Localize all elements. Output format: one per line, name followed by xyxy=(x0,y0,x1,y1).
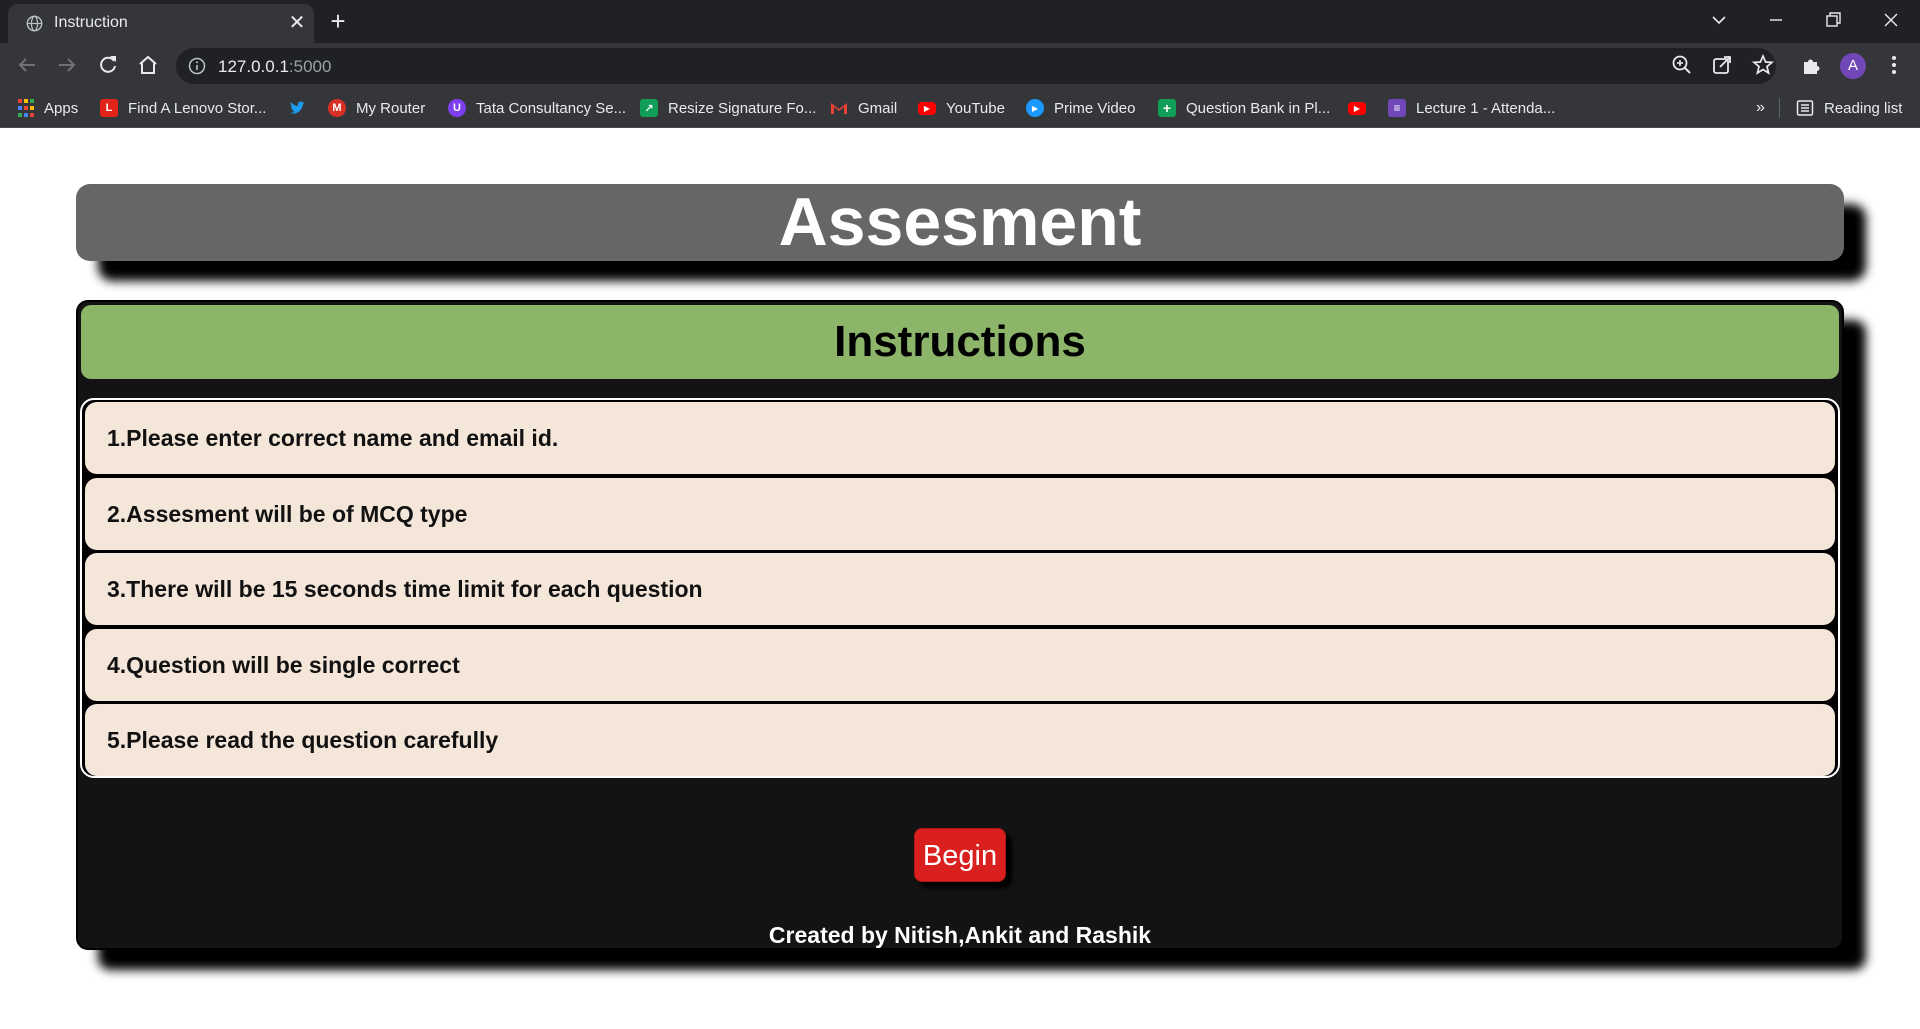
list-item: 1.Please enter correct name and email id… xyxy=(85,402,1835,474)
list-item: 4.Question will be single correct xyxy=(85,629,1835,701)
youtube-icon: ▶ xyxy=(918,101,936,115)
forward-icon[interactable] xyxy=(55,53,79,77)
instruction-text: 1.Please enter correct name and email id… xyxy=(107,425,559,451)
browser-tab[interactable]: Instruction ✕ xyxy=(8,4,314,43)
list-item: 2.Assesment will be of MCQ type xyxy=(85,478,1835,550)
instruction-text: 4.Question will be single correct xyxy=(107,652,460,678)
instructions-list: 1.Please enter correct name and email id… xyxy=(80,398,1840,778)
reading-list-button[interactable]: Reading list xyxy=(1796,96,1902,120)
bookmark-youtube[interactable]: ▶ YouTube xyxy=(918,96,1005,120)
tab-title: Instruction xyxy=(54,14,128,31)
browser-toolbar: 127.0.0.1:5000 A xyxy=(0,43,1920,88)
extensions-icon[interactable] xyxy=(1800,53,1824,77)
bookmarks-bar: Apps L Find A Lenovo Stor... M My Router… xyxy=(0,88,1920,128)
bookmark-resize-signature[interactable]: ↗ Resize Signature Fo... xyxy=(640,96,816,120)
page-title: Assesment xyxy=(778,184,1142,260)
instructions-card: Instructions 1.Please enter correct name… xyxy=(76,300,1844,950)
begin-button[interactable]: Begin xyxy=(914,828,1006,882)
info-icon[interactable] xyxy=(188,57,206,75)
twitter-icon xyxy=(290,101,305,114)
bookmark-star-icon[interactable] xyxy=(1751,53,1775,77)
list-item: 3.There will be 15 seconds time limit fo… xyxy=(85,553,1835,625)
bookmark-twitter[interactable] xyxy=(288,96,306,120)
profile-avatar[interactable]: A xyxy=(1840,53,1866,79)
forms-icon: ≡ xyxy=(1388,99,1406,117)
close-tab-icon[interactable]: ✕ xyxy=(286,12,308,34)
reading-list-icon xyxy=(1796,100,1814,116)
instruction-text: 3.There will be 15 seconds time limit fo… xyxy=(107,576,703,602)
more-menu-icon[interactable] xyxy=(1882,53,1906,77)
tcs-icon: U xyxy=(448,99,466,117)
bookmarks-divider xyxy=(1779,98,1780,118)
page-viewport: Assesment Instructions 1.Please enter co… xyxy=(0,128,1920,1029)
share-icon[interactable] xyxy=(1710,53,1734,77)
address-bar[interactable]: 127.0.0.1:5000 xyxy=(176,48,1776,84)
tab-search-icon[interactable] xyxy=(1704,6,1734,34)
instructions-header: Instructions xyxy=(81,305,1839,379)
close-window-icon[interactable] xyxy=(1876,6,1906,34)
apps-grid-icon xyxy=(18,99,34,117)
assessment-header: Assesment xyxy=(76,184,1844,261)
instructions-title: Instructions xyxy=(834,317,1086,366)
bookmark-apps[interactable]: Apps xyxy=(18,96,78,120)
restore-icon[interactable] xyxy=(1818,6,1848,34)
instruction-text: 5.Please read the question carefully xyxy=(107,727,499,753)
zoom-icon[interactable] xyxy=(1670,53,1694,77)
sheets-icon: + xyxy=(1158,99,1176,117)
back-icon[interactable] xyxy=(15,53,39,77)
gmail-icon xyxy=(831,103,847,114)
credits-footer: Created by Nitish,Ankit and Rashik xyxy=(768,922,1152,948)
tab-strip: Instruction ✕ + xyxy=(0,0,1920,43)
new-tab-icon[interactable]: + xyxy=(325,8,351,34)
lenovo-icon: L xyxy=(100,99,118,117)
router-icon: M xyxy=(328,99,346,117)
list-item: 5.Please read the question carefully xyxy=(85,704,1835,776)
home-icon[interactable] xyxy=(136,53,160,77)
bookmark-gmail[interactable]: Gmail xyxy=(830,96,897,120)
prime-video-icon: ▶ xyxy=(1026,99,1044,117)
bookmark-prime-video[interactable]: ▶ Prime Video xyxy=(1026,96,1135,120)
youtube-icon: ▶ xyxy=(1348,101,1366,115)
bookmark-question-bank[interactable]: + Question Bank in Pl... xyxy=(1158,96,1330,120)
bookmark-tcs[interactable]: U Tata Consultancy Se... xyxy=(448,96,626,120)
globe-icon xyxy=(26,15,43,32)
bookmark-lenovo[interactable]: L Find A Lenovo Stor... xyxy=(100,96,266,120)
resize-icon: ↗ xyxy=(640,99,658,117)
bookmark-lecture-attendance[interactable]: ≡ Lecture 1 - Attenda... xyxy=(1388,96,1555,120)
reload-icon[interactable] xyxy=(96,53,120,77)
bookmarks-overflow-icon[interactable]: » xyxy=(1756,96,1765,120)
url-text: 127.0.0.1:5000 xyxy=(218,57,332,76)
instruction-text: 2.Assesment will be of MCQ type xyxy=(107,501,468,527)
minimize-icon[interactable] xyxy=(1761,6,1791,34)
bookmark-my-router[interactable]: M My Router xyxy=(328,96,425,120)
bookmark-youtube-2[interactable]: ▶ xyxy=(1348,96,1366,120)
